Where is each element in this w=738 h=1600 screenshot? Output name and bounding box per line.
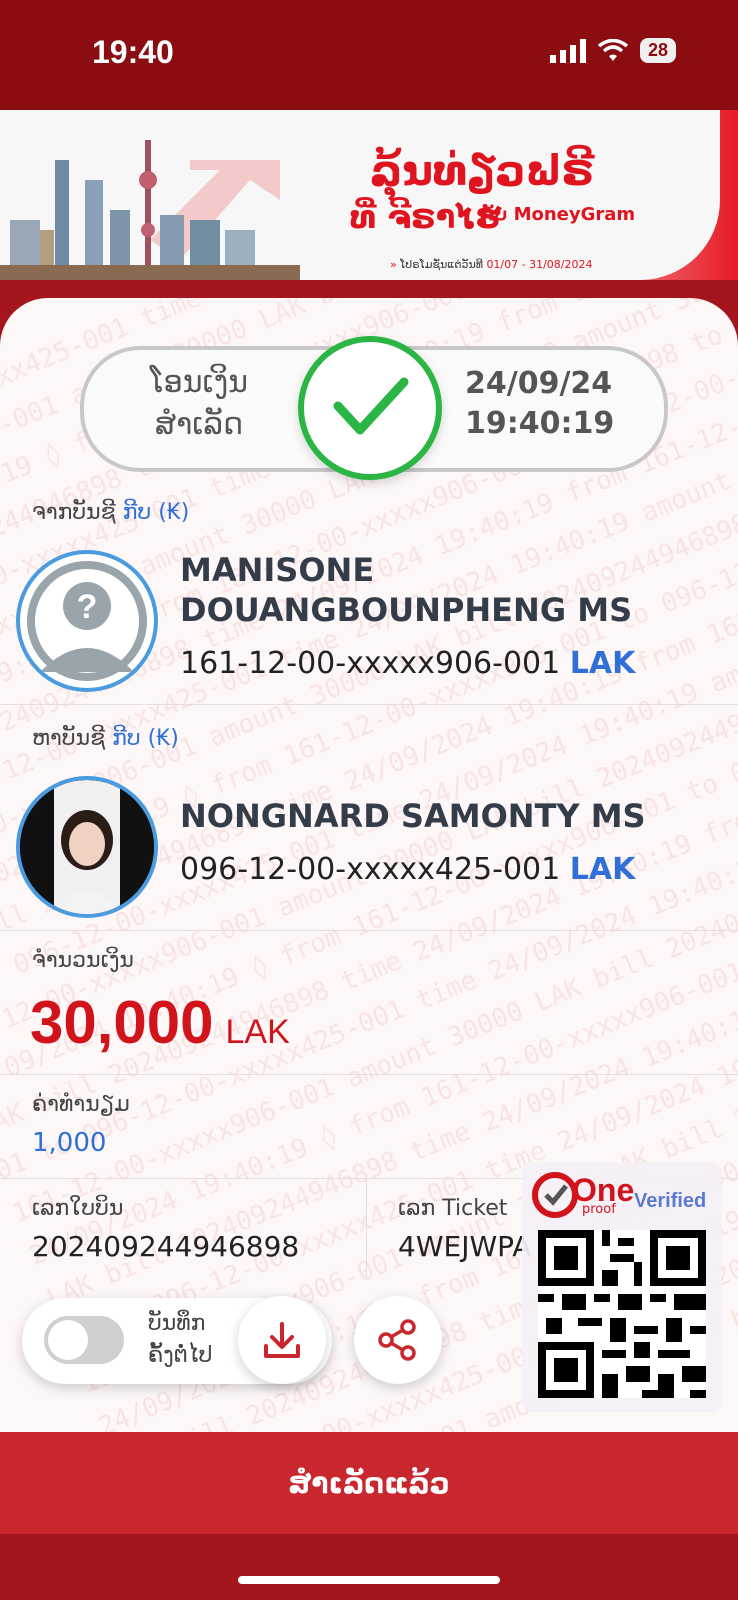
save-next-time-toggle[interactable] — [44, 1316, 124, 1364]
status-time: 19:40:19 — [465, 406, 615, 441]
verified-text: Verified — [634, 1190, 707, 1212]
success-badge — [298, 336, 442, 480]
status-icons: 28 — [549, 38, 676, 63]
to-account-label: ຫາບັນຊີ ກີບ (₭) — [32, 726, 179, 751]
sender-name: MANISONE DOUANGBOUNPHENG MS — [180, 551, 633, 629]
wifi-icon — [597, 38, 628, 61]
done-button[interactable]: ສຳເລັດແລ້ວ — [0, 1432, 738, 1534]
unknown-user-icon: ? — [27, 561, 147, 681]
amount-value: 30,000 LAK — [30, 989, 290, 1056]
divider — [0, 704, 738, 705]
status-bar: 19:40 28 — [0, 0, 738, 110]
battery-indicator: 28 — [639, 38, 676, 63]
banner-promo: » ໂປຣໂມຊັ່ນແຕ່ວັນທີ 01/07 - 31/08/2024 — [390, 258, 593, 271]
bill-label: ເລກໃບບິນ — [32, 1196, 124, 1221]
save-next-time-label: ບັນທຶກ ຄັ້ງຕໍ່ໄປ — [148, 1311, 213, 1368]
city-skyline-image — [0, 140, 300, 280]
svg-text:?: ? — [77, 588, 98, 626]
status-date: 24/09/24 — [465, 366, 613, 401]
from-account-label: ຈາກບັນຊີ ກີບ (₭) — [32, 500, 190, 525]
recipient-avatar — [16, 776, 158, 918]
share-icon — [378, 1319, 416, 1361]
signal-icon — [549, 38, 586, 63]
ticket-value: 4WEJWPA — [398, 1230, 532, 1263]
recipient-account: 096-12-00-xxxxx425-001 LAK — [180, 852, 636, 887]
bottom-safe-area — [0, 1534, 738, 1600]
recipient-photo — [20, 780, 154, 914]
recipient-name: NONGNARD SAMONTY MS — [180, 797, 646, 835]
oneproof-proof-text: proof — [582, 1202, 616, 1217]
amount-label: ຈຳນວນເງິນ — [32, 948, 134, 973]
qr-code-image — [538, 1230, 706, 1398]
checkmark-icon — [333, 377, 409, 435]
divider — [0, 930, 738, 931]
home-indicator[interactable] — [238, 1576, 500, 1584]
bill-value: 202409244946898 — [32, 1230, 300, 1263]
status-datetime: 24/09/24 19:40:19 — [465, 364, 614, 444]
clock: 19:40 — [92, 34, 174, 70]
ticket-label: ເລກ Ticket — [398, 1196, 508, 1221]
promo-banner[interactable]: ລຸ້ນທ່ຽວຟຣີ ທີ່ ຈີຣາໄຮ ກັບ MoneyGram » ໂ… — [0, 110, 738, 280]
sender-avatar: ? — [16, 550, 158, 692]
download-icon — [264, 1322, 300, 1358]
banner-brand: ກັບ MoneyGram — [480, 204, 636, 225]
divider-vertical — [366, 1178, 367, 1278]
divider — [0, 1074, 738, 1075]
status-text: ໂອນເງິນ ສຳເລັດ — [150, 365, 249, 442]
banner-title: ລຸ້ນທ່ຽວຟຣີ — [370, 146, 595, 195]
download-button[interactable] — [238, 1296, 326, 1384]
fee-value: 1,000 — [32, 1128, 107, 1158]
fee-label: ຄ່າທໍານຽມ — [32, 1092, 130, 1117]
sender-account: 161-12-00-xxxxx906-001 LAK — [180, 646, 636, 681]
chevron-right-icon: » — [390, 258, 397, 271]
qr-code[interactable] — [538, 1230, 706, 1398]
share-button[interactable] — [354, 1296, 442, 1384]
banner-subtitle: ທີ່ ຈີຣາໄຮ — [350, 198, 501, 236]
